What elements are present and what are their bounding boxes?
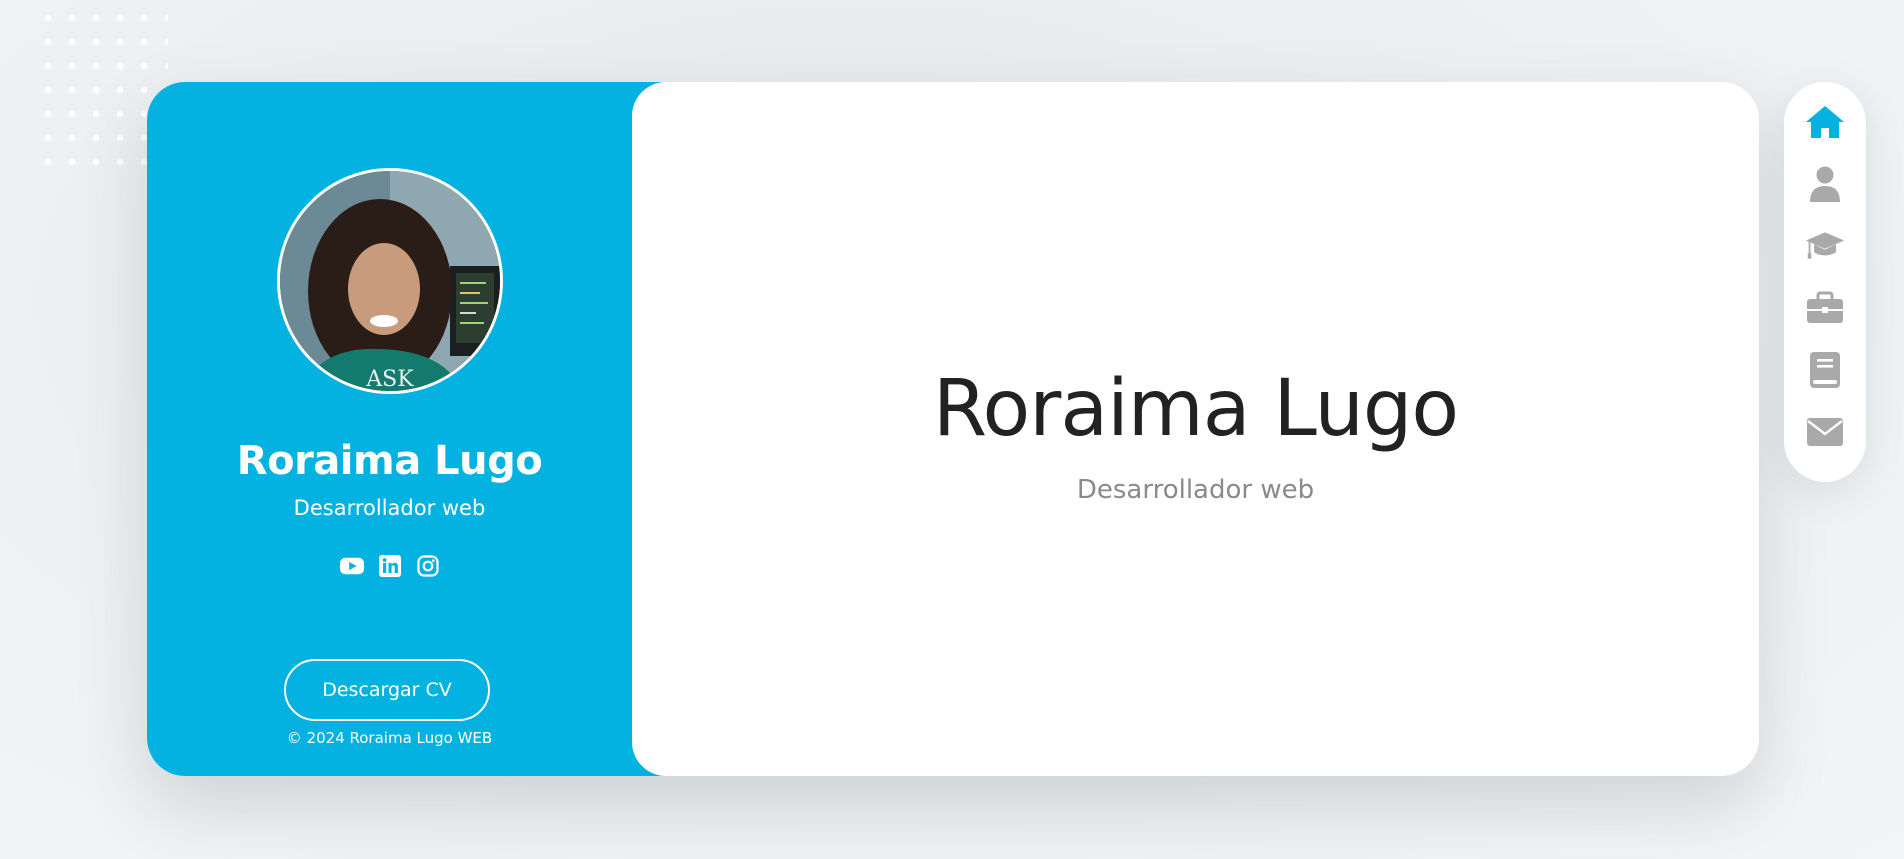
svg-text:ASK: ASK [365, 367, 414, 391]
profile-sidebar: ASK Roraima Lugo Desarrollador web Desca… [147, 82, 667, 776]
side-navigation [1784, 82, 1866, 482]
instagram-icon[interactable] [416, 554, 440, 578]
main-content: Roraima Lugo Desarrollador web [632, 82, 1759, 776]
envelope-icon[interactable] [1805, 412, 1845, 452]
profile-card: ASK Roraima Lugo Desarrollador web Desca… [147, 82, 1759, 776]
page-subtitle: Desarrollador web [1076, 475, 1315, 505]
home-icon[interactable] [1805, 102, 1845, 142]
download-cv-button[interactable]: Descargar CV [284, 659, 490, 721]
copyright-text: © 2024 Roraima Lugo WEB [286, 729, 493, 747]
user-icon[interactable] [1805, 164, 1845, 204]
sidebar-name: Roraima Lugo [236, 438, 543, 484]
linkedin-icon[interactable] [378, 554, 402, 578]
graduation-cap-icon[interactable] [1805, 226, 1845, 266]
social-links [147, 554, 632, 578]
avatar: ASK [277, 168, 503, 394]
youtube-icon[interactable] [339, 554, 364, 578]
sidebar-role: Desarrollador web [293, 496, 486, 520]
book-icon[interactable] [1805, 350, 1845, 390]
briefcase-icon[interactable] [1805, 288, 1845, 328]
page-title: Roraima Lugo [932, 364, 1459, 454]
